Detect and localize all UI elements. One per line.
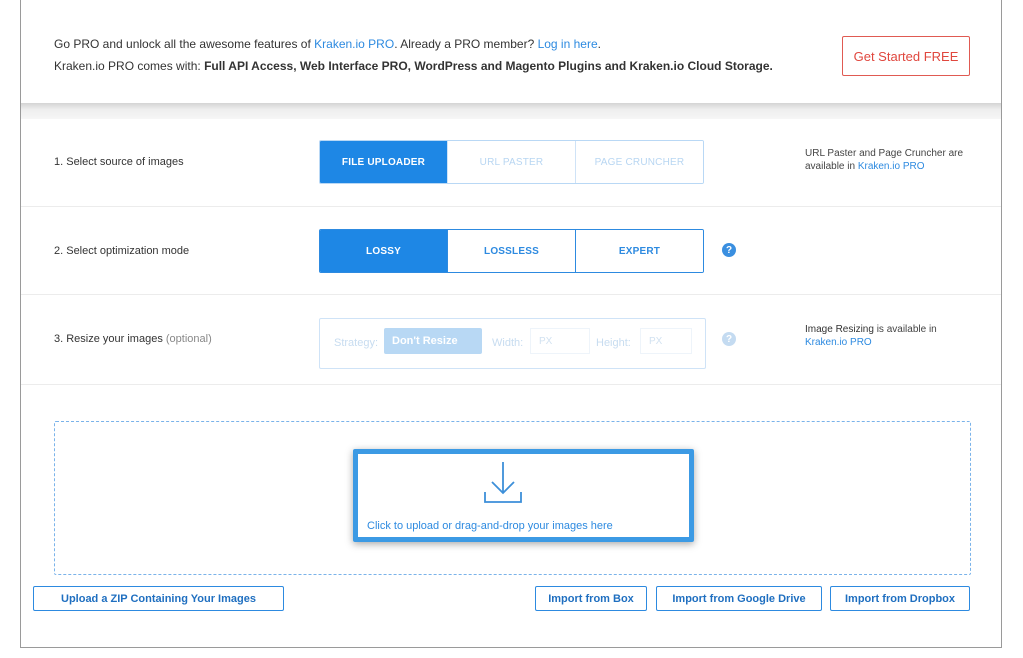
step-resize-row: 3. Resize your images (optional) Strateg… (21, 295, 1001, 385)
get-started-free-button[interactable]: Get Started FREE (842, 36, 970, 76)
download-tray-icon (484, 462, 522, 503)
resize-pro-note: Image Resizing is available in Kraken.io … (805, 324, 937, 348)
resize-help-icon[interactable]: ? (722, 332, 736, 346)
kraken-pro-link[interactable]: Kraken.io PRO (314, 37, 394, 51)
import-dropbox-button[interactable]: Import from Dropbox (830, 586, 970, 611)
resize-controls: Strategy: Don't Resize Width: PX Height:… (319, 318, 706, 369)
source-option-url-paster[interactable]: URL PASTER (447, 141, 575, 183)
mode-option-lossy[interactable]: LOSSY (320, 230, 447, 272)
resize-pro-link[interactable]: Kraken.io PRO (805, 337, 872, 348)
question-circle-icon[interactable]: ? (722, 243, 736, 257)
source-option-file-uploader[interactable]: FILE UPLOADER (320, 141, 447, 183)
height-input[interactable]: PX (640, 328, 692, 354)
strategy-select[interactable]: Don't Resize (384, 328, 482, 354)
width-label: Width: (492, 337, 524, 349)
mode-option-lossless[interactable]: LOSSLESS (447, 230, 575, 272)
strategy-label: Strategy: (334, 337, 379, 349)
import-google-drive-button[interactable]: Import from Google Drive (656, 586, 822, 611)
source-pro-note: URL Paster and Page Cruncher are availab… (805, 148, 964, 172)
source-selector: FILE UPLOADER URL PASTER PAGE CRUNCHER (319, 140, 704, 184)
mode-option-expert[interactable]: EXPERT (575, 230, 703, 272)
kraken-web-interface: Go PRO and unlock all the awesome featur… (20, 0, 1002, 648)
import-box-button[interactable]: Import from Box (535, 586, 647, 611)
login-link[interactable]: Log in here (538, 37, 598, 51)
step-source-row: 1. Select source of images FILE UPLOADER… (21, 119, 1001, 207)
source-pro-link[interactable]: Kraken.io PRO (858, 161, 925, 172)
pro-banner-line2: Kraken.io PRO comes with: Full API Acces… (54, 59, 773, 73)
upload-zip-button[interactable]: Upload a ZIP Containing Your Images (33, 586, 284, 611)
source-option-page-cruncher[interactable]: PAGE CRUNCHER (575, 141, 703, 183)
banner-divider (21, 103, 1001, 119)
step-source-label: 1. Select source of images (54, 156, 184, 168)
width-input[interactable]: PX (530, 328, 590, 354)
upload-instruction[interactable]: Click to upload or drag-and-drop your im… (367, 520, 613, 532)
step-resize-label: 3. Resize your images (optional) (54, 333, 212, 345)
mode-selector: LOSSY LOSSLESS EXPERT (319, 229, 704, 273)
pro-banner: Go PRO and unlock all the awesome featur… (21, 0, 1001, 103)
pro-banner-line1: Go PRO and unlock all the awesome featur… (54, 37, 601, 51)
height-label: Height: (596, 337, 631, 349)
step-mode-row: 2. Select optimization mode LOSSY LOSSLE… (21, 207, 1001, 295)
step-mode-label: 2. Select optimization mode (54, 245, 190, 257)
